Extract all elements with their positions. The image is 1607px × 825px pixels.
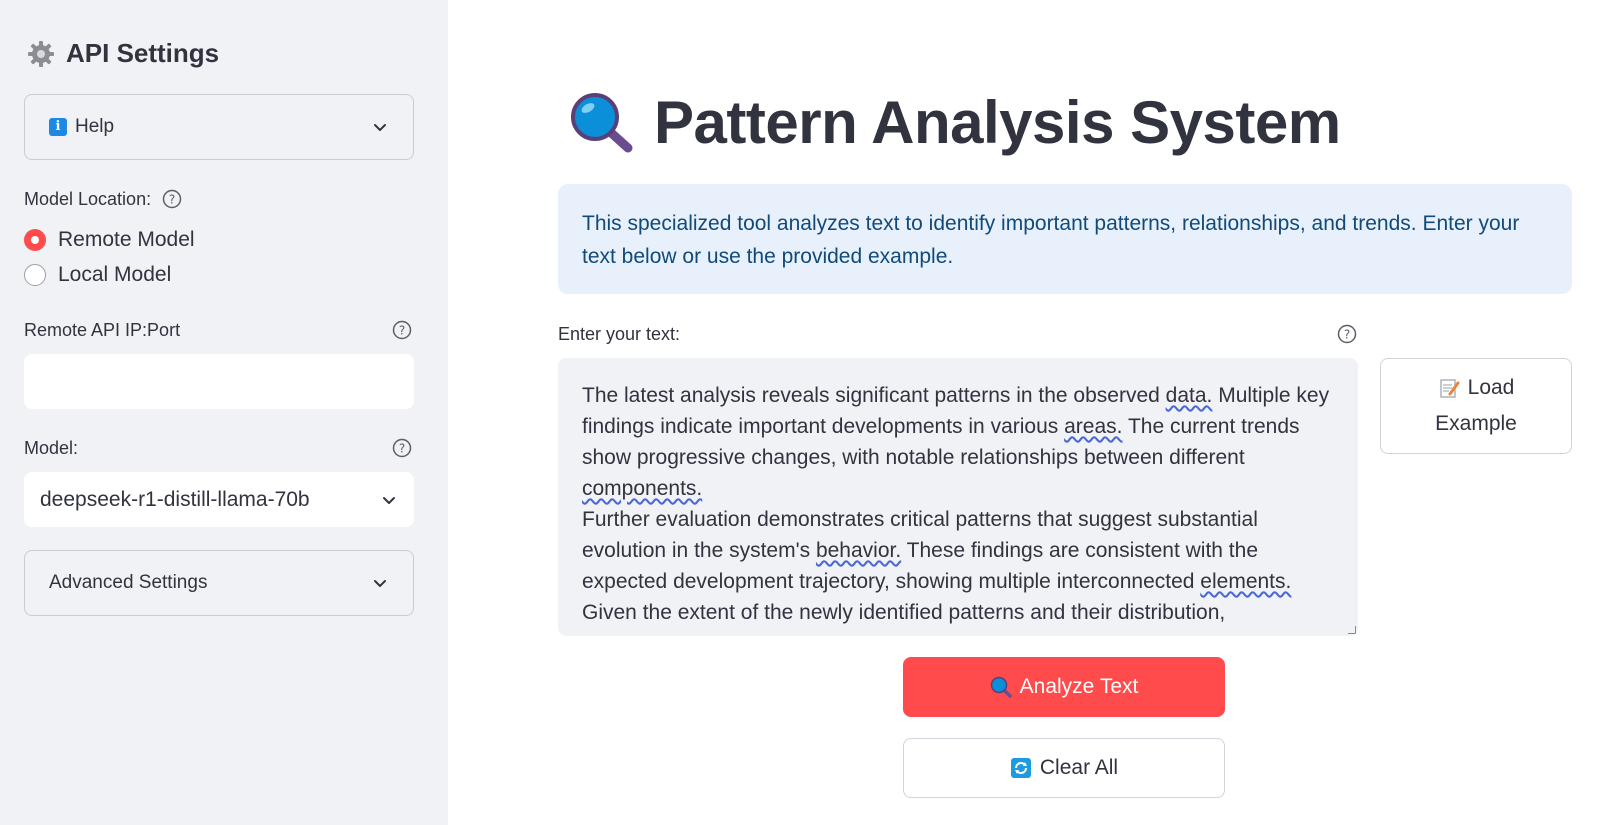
resize-handle[interactable] [1348, 626, 1356, 634]
example-label: Example [1435, 412, 1517, 435]
help-tooltip-icon[interactable]: ? [162, 189, 182, 209]
model-select-value: deepseek-r1-distill-llama-70b [40, 487, 310, 511]
model-select[interactable]: deepseek-r1-distill-llama-70b [24, 472, 414, 527]
textarea-paragraph: Given the extent of the newly identified… [582, 601, 1226, 624]
remote-api-input[interactable] [24, 354, 414, 409]
model-location-label: Model Location: [24, 189, 152, 209]
load-example-row: Load [1438, 371, 1515, 405]
remote-api-label: Remote API IP:Port [24, 320, 181, 340]
magnifier-icon [990, 676, 1012, 698]
radio-remote-model[interactable]: Remote Model [24, 228, 195, 252]
help-tooltip-icon[interactable]: ? [1337, 324, 1357, 344]
load-example-button[interactable]: Load Example [1380, 358, 1572, 454]
page-title-text: Pattern Analysis System [654, 89, 1341, 156]
radio-local-model[interactable]: Local Model [24, 263, 171, 287]
sidebar-header: API Settings [26, 38, 219, 69]
radio-button[interactable] [24, 264, 46, 286]
text-input-area[interactable]: The latest analysis reveals significant … [558, 358, 1358, 636]
info-box: This specialized tool analyzes text to i… [558, 184, 1572, 294]
info-icon: i [49, 118, 67, 136]
svg-text:?: ? [399, 324, 405, 338]
page-title: Pattern Analysis System [568, 88, 1341, 157]
help-label: Help [75, 116, 115, 137]
clear-all-button[interactable]: Clear All [903, 738, 1225, 798]
svg-text:?: ? [169, 193, 175, 207]
textarea-paragraph: Further evaluation demonstrates critical… [582, 508, 1292, 593]
radio-remote-label: Remote Model [58, 228, 195, 251]
sidebar: API Settings i Help Model Location: ? Re… [0, 0, 448, 825]
analyze-label: Analyze Text [1019, 675, 1139, 698]
chevron-down-icon [374, 124, 386, 131]
refresh-icon [1010, 758, 1031, 778]
model-label: Model: [24, 438, 79, 458]
help-expander[interactable]: i Help [24, 94, 414, 160]
gear-icon [28, 40, 54, 67]
sidebar-title: API Settings [66, 38, 220, 68]
help-tooltip-icon[interactable]: ? [392, 438, 412, 458]
radio-button-selected[interactable] [24, 229, 46, 251]
svg-text:?: ? [399, 442, 405, 456]
chevron-down-icon [383, 496, 395, 504]
advanced-settings-label: Advanced Settings [49, 572, 208, 593]
analyze-text-button[interactable]: Analyze Text [903, 657, 1225, 717]
help-tooltip-icon[interactable]: ? [392, 320, 412, 340]
textarea-label: Enter your text: [558, 324, 681, 344]
clear-label: Clear All [1039, 756, 1119, 779]
chevron-down-icon [374, 580, 386, 587]
memo-icon [1440, 379, 1460, 398]
svg-text:?: ? [1344, 328, 1350, 342]
advanced-settings-expander[interactable]: Advanced Settings [24, 550, 414, 616]
load-label: Load [1467, 376, 1515, 399]
textarea-paragraph: The latest analysis reveals significant … [582, 384, 1330, 500]
radio-local-label: Local Model [58, 263, 172, 286]
magnifier-icon [571, 92, 633, 152]
